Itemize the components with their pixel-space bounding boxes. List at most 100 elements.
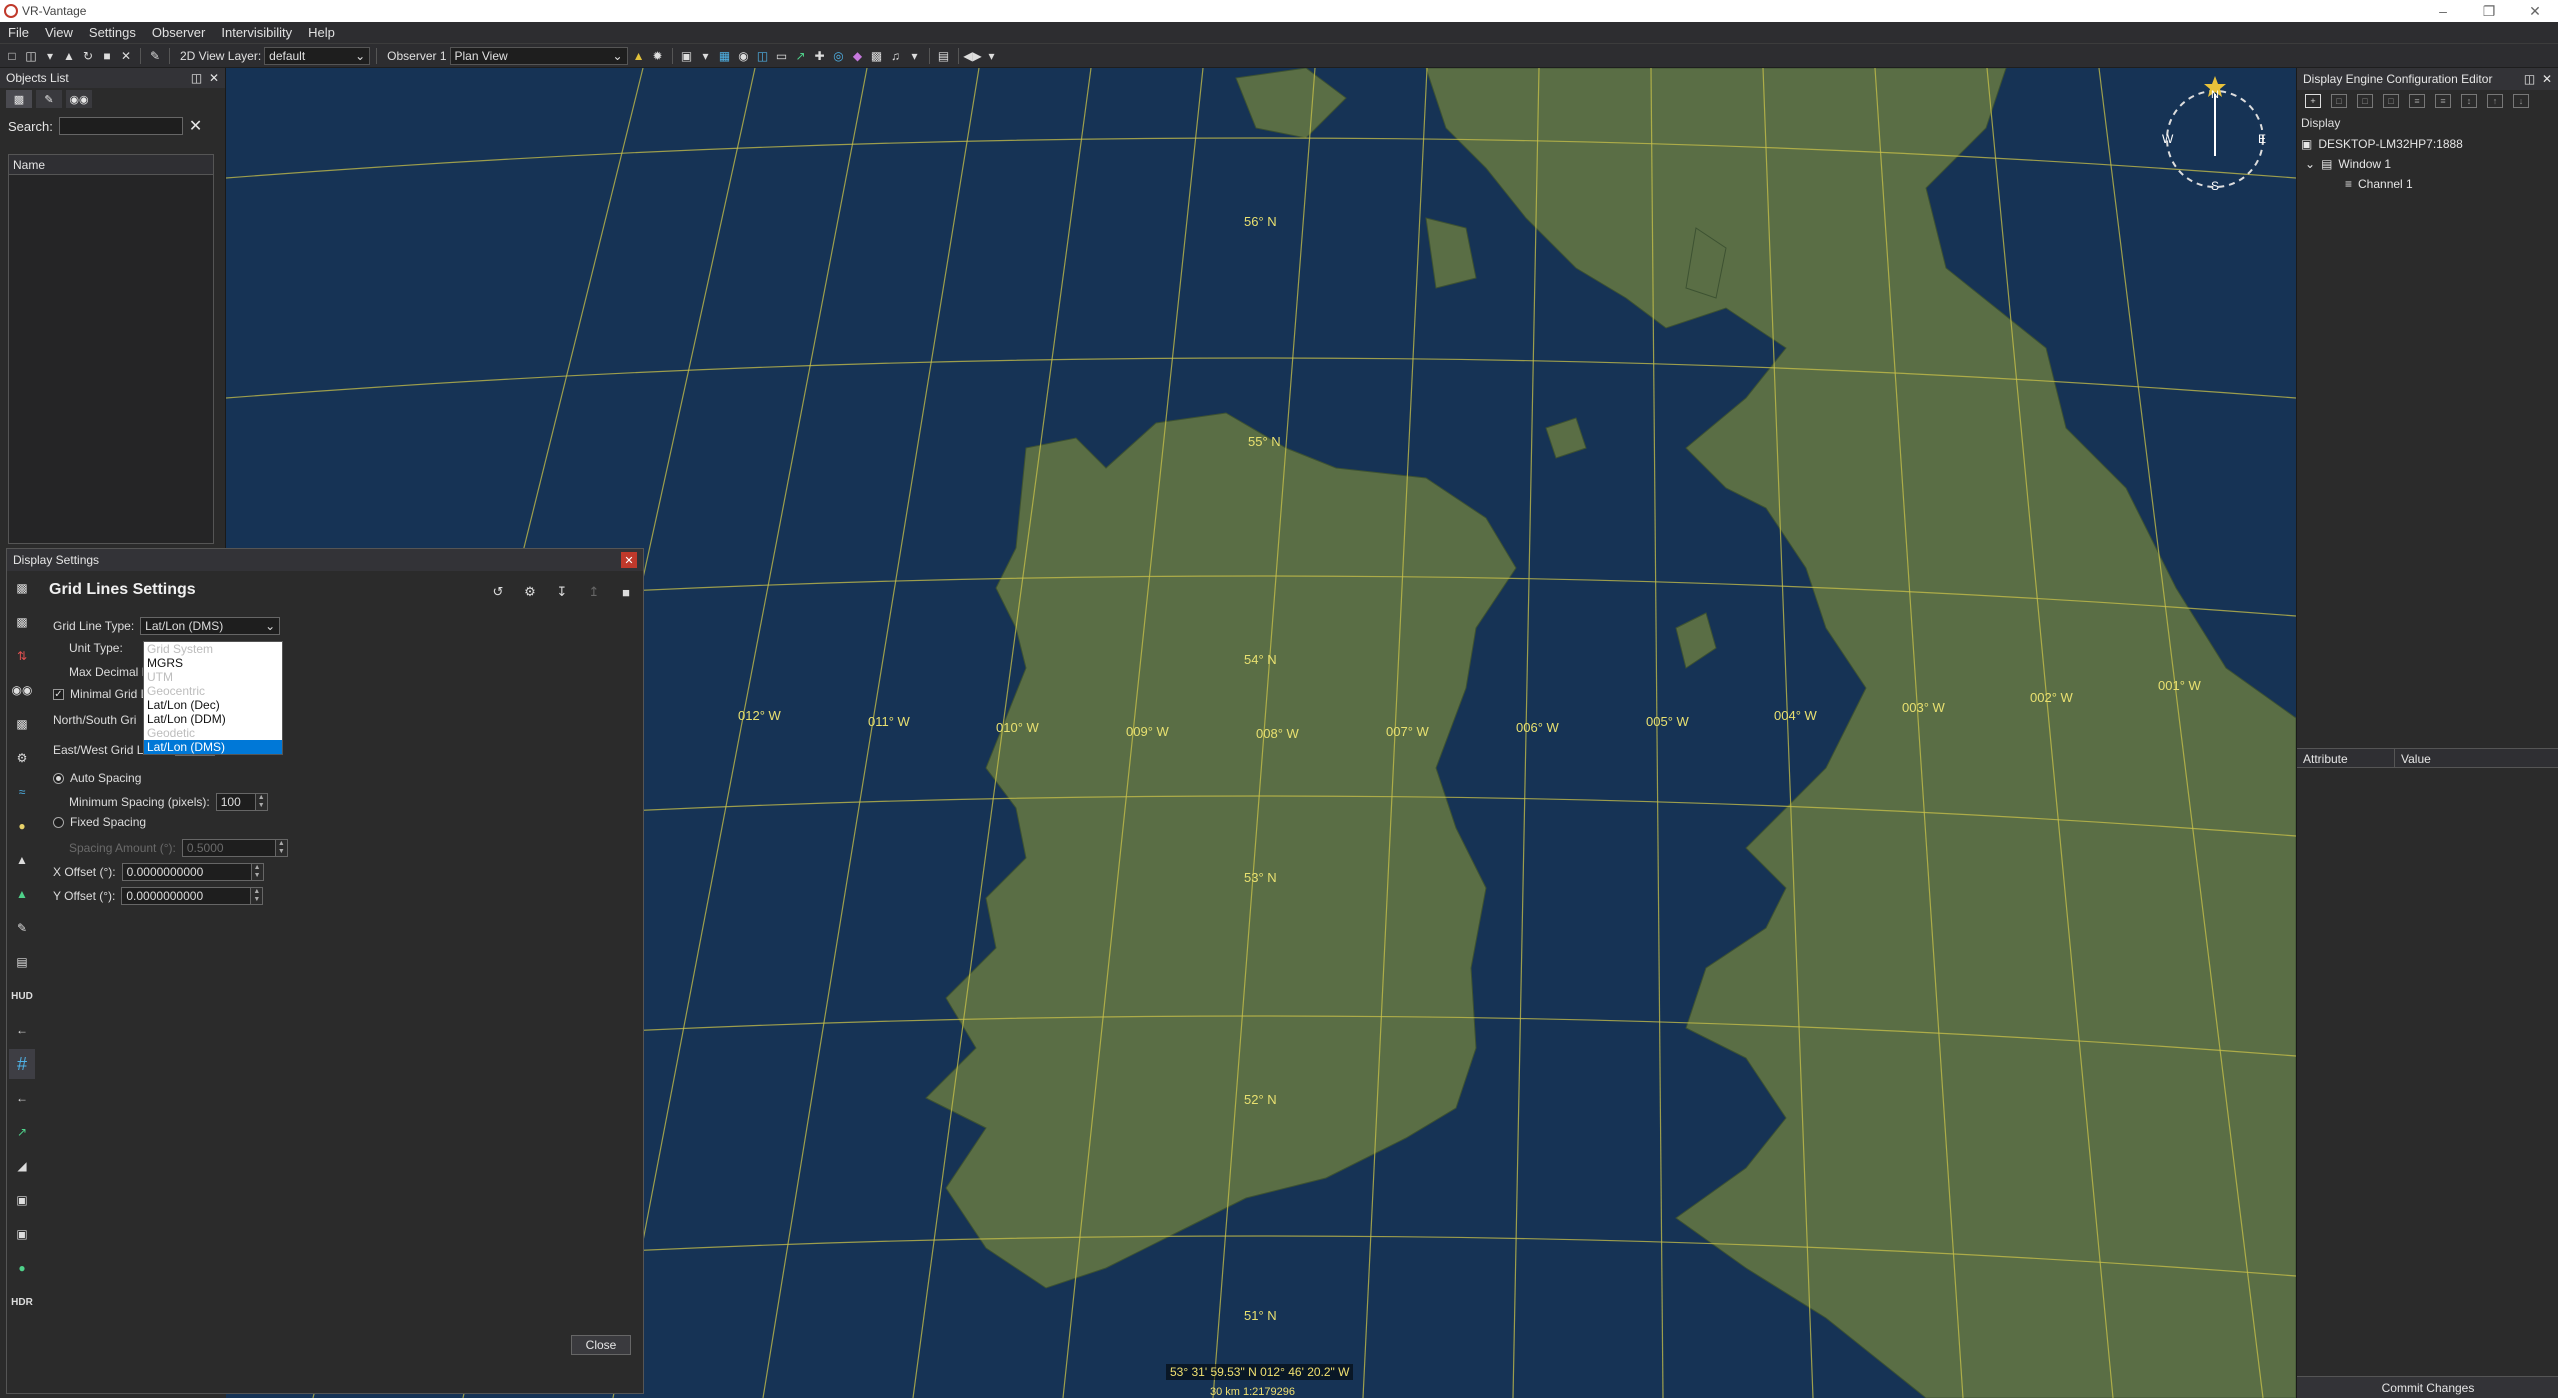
tab-edit-icon[interactable]: ✎: [36, 90, 62, 108]
grid-line-type-select[interactable]: Lat/Lon (DMS) ⌄: [140, 617, 281, 635]
close-icon[interactable]: ✕: [621, 552, 637, 568]
add-display-icon[interactable]: +: [2305, 94, 2321, 108]
globe-icon[interactable]: ●: [9, 1253, 35, 1283]
car-icon[interactable]: ▩: [9, 607, 35, 637]
min-spacing-input[interactable]: 100: [215, 793, 256, 811]
layout-icon[interactable]: ▤: [936, 48, 952, 64]
light-icon[interactable]: ●: [9, 811, 35, 841]
tree-item-host[interactable]: ▣ DESKTOP-LM32HP7:1888: [2301, 134, 2558, 154]
dropdown-option[interactable]: MGRS: [144, 656, 282, 670]
auto-spacing-radio[interactable]: [53, 772, 64, 784]
spin-down-icon[interactable]: ▼: [251, 896, 262, 904]
spin-down-icon[interactable]: ▼: [252, 872, 263, 880]
pin-icon[interactable]: ✹: [650, 48, 666, 64]
chevron-down-icon[interactable]: ▾: [698, 48, 714, 64]
crosshair-icon[interactable]: ✚: [812, 48, 828, 64]
float-icon[interactable]: ◫: [2524, 72, 2535, 86]
menu-help[interactable]: Help: [300, 25, 343, 40]
download-icon[interactable]: ↓: [2513, 94, 2529, 108]
warning-icon[interactable]: ▲: [631, 48, 647, 64]
close-window-icon[interactable]: ✕: [2512, 0, 2558, 22]
menu-settings[interactable]: Settings: [81, 25, 144, 40]
chevron-down-icon[interactable]: ▾: [42, 48, 58, 64]
open-folder-icon[interactable]: ◫: [23, 48, 39, 64]
target-icon[interactable]: ◎: [831, 48, 847, 64]
restore-icon[interactable]: ❐: [2466, 0, 2512, 22]
terrain-icon[interactable]: ▲: [9, 879, 35, 909]
hdr-icon[interactable]: HDR: [9, 1287, 35, 1317]
tab-binoculars-icon[interactable]: ◉◉: [66, 90, 92, 108]
clear-search-icon[interactable]: ✕: [189, 116, 202, 136]
refresh-icon[interactable]: ↻: [80, 48, 96, 64]
chevron-down-icon[interactable]: ⌄: [2305, 157, 2315, 171]
export-icon[interactable]: ↥: [585, 583, 603, 601]
minimal-grid-checkbox[interactable]: ✓: [53, 688, 64, 700]
grid-icon[interactable]: #: [9, 1049, 35, 1079]
commit-changes-button[interactable]: Commit Changes: [2297, 1376, 2558, 1398]
gear-icon[interactable]: ⚙: [521, 583, 539, 601]
tree-item-window[interactable]: ⌄ ▤ Window 1: [2301, 154, 2558, 174]
binoculars-icon[interactable]: ◉◉: [9, 675, 35, 705]
ruler-icon[interactable]: ◢: [9, 1151, 35, 1181]
fixed-spacing-radio[interactable]: [53, 816, 64, 828]
eye-icon[interactable]: ◉: [736, 48, 752, 64]
speaker-icon[interactable]: ♫: [888, 48, 904, 64]
x-offset-input[interactable]: 0.0000000000: [121, 863, 252, 881]
menu-file[interactable]: File: [0, 25, 37, 40]
line-icon[interactable]: ↗: [9, 1117, 35, 1147]
scan-icon[interactable]: ▣: [9, 1185, 35, 1215]
spin-up-icon[interactable]: ▲: [252, 864, 263, 872]
road-icon[interactable]: ⇅: [9, 641, 35, 671]
hud-icon[interactable]: HUD: [9, 981, 35, 1011]
tree-item-channel[interactable]: ≡ Channel 1: [2301, 174, 2558, 194]
new-file-icon[interactable]: □: [4, 48, 20, 64]
close-icon[interactable]: ✕: [209, 71, 219, 85]
list-icon[interactable]: ≡: [2409, 94, 2425, 108]
prev-next-icon[interactable]: ◀▶: [963, 48, 981, 64]
triangle-icon[interactable]: ▲: [61, 48, 77, 64]
y-offset-spinner[interactable]: ▲ ▼: [251, 887, 264, 905]
spin-down-icon[interactable]: ▼: [256, 802, 267, 810]
save-icon[interactable]: ■: [99, 48, 115, 64]
list-alt-icon[interactable]: ≡: [2435, 94, 2451, 108]
tab-vehicles-icon[interactable]: ▩: [6, 90, 32, 108]
filter-icon[interactable]: ◆: [850, 48, 866, 64]
compass-rose[interactable]: N E S W: [2160, 74, 2270, 194]
chart-icon[interactable]: ↗: [793, 48, 809, 64]
min-spacing-spinner[interactable]: ▲ ▼: [255, 793, 268, 811]
truck-icon[interactable]: ▩: [9, 709, 35, 739]
rectangle-icon[interactable]: ▭: [774, 48, 790, 64]
menu-view[interactable]: View: [37, 25, 81, 40]
camera-icon[interactable]: ▣: [9, 1219, 35, 1249]
minimize-icon[interactable]: –: [2420, 0, 2466, 22]
split-view-icon[interactable]: ◫: [755, 48, 771, 64]
float-icon[interactable]: ◫: [191, 71, 202, 85]
copy-icon[interactable]: □: [2383, 94, 2399, 108]
dropdown-option[interactable]: Lat/Lon (DDM): [144, 712, 282, 726]
y-offset-input[interactable]: 0.0000000000: [121, 887, 252, 905]
back-arrow-icon[interactable]: ←: [9, 1083, 35, 1113]
dropdown-option-selected[interactable]: Lat/Lon (DMS): [144, 740, 282, 754]
spin-up-icon[interactable]: ▲: [251, 888, 262, 896]
spin-up-icon[interactable]: ▲: [256, 794, 267, 802]
close-button[interactable]: Close: [571, 1335, 631, 1355]
objects-list[interactable]: Name: [8, 154, 214, 544]
save-icon[interactable]: ■: [617, 583, 635, 601]
add-window-icon[interactable]: □: [2331, 94, 2347, 108]
upload-icon[interactable]: ↑: [2487, 94, 2503, 108]
close-icon[interactable]: ✕: [2542, 72, 2552, 86]
tag-icon[interactable]: ✎: [9, 913, 35, 943]
chevron-down-icon[interactable]: ▾: [907, 48, 923, 64]
x-offset-spinner[interactable]: ▲ ▼: [251, 863, 264, 881]
value-column-header[interactable]: Value: [2395, 749, 2437, 767]
layers-icon[interactable]: ▤: [9, 947, 35, 977]
monitor-icon[interactable]: ▣: [679, 48, 695, 64]
add-channel-icon[interactable]: □: [2357, 94, 2373, 108]
person-icon[interactable]: ▲: [9, 845, 35, 875]
move-icon[interactable]: ↕: [2461, 94, 2477, 108]
dropdown-option[interactable]: Lat/Lon (Dec): [144, 698, 282, 712]
search-input[interactable]: [58, 117, 183, 135]
arrow-icon[interactable]: ←: [9, 1015, 35, 1045]
vehicle-icon[interactable]: ▩: [869, 48, 885, 64]
name-column-header[interactable]: Name: [9, 155, 213, 175]
